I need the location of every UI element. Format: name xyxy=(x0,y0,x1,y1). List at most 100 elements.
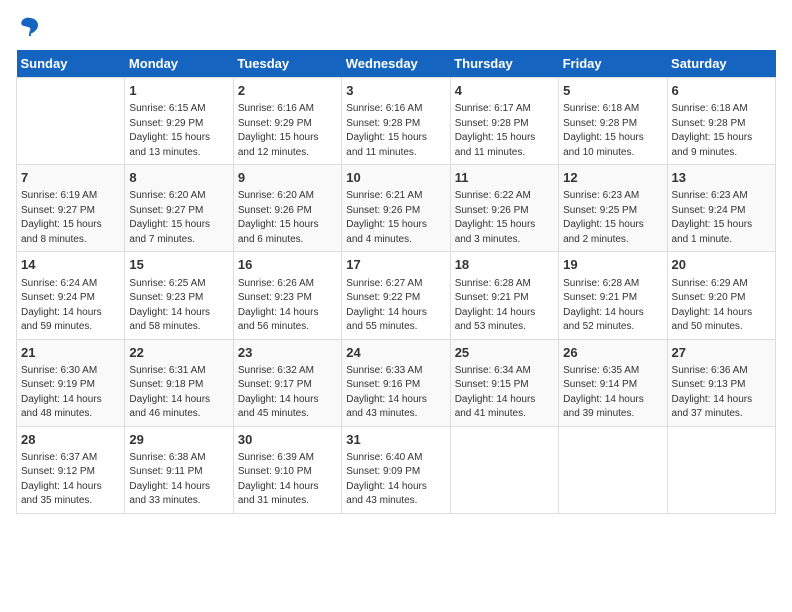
day-cell xyxy=(17,78,125,165)
day-cell: 14Sunrise: 6:24 AMSunset: 9:24 PMDayligh… xyxy=(17,252,125,339)
day-cell: 30Sunrise: 6:39 AMSunset: 9:10 PMDayligh… xyxy=(233,426,341,513)
day-number: 28 xyxy=(21,431,120,449)
logo xyxy=(16,16,40,40)
column-header-friday: Friday xyxy=(559,50,667,78)
day-info: Sunrise: 6:39 AMSunset: 9:10 PMDaylight:… xyxy=(238,451,337,509)
day-number: 5 xyxy=(563,82,662,100)
day-cell: 28 Sunrise: 6:37 AMSunset: 9:12 PMDayligh… xyxy=(17,426,125,513)
day-cell: 5 Sunrise: 6:18 AMSunset: 9:28 PMDaylight… xyxy=(559,78,667,165)
day-info: Sunrise: 6:35 AMSunset: 9:14 PMDaylight:… xyxy=(563,364,662,422)
day-info: Sunrise: 6:29 AMSunset: 9:20 PMDaylight:… xyxy=(672,277,771,335)
day-number: 21 xyxy=(21,344,120,362)
week-row-5: 28 Sunrise: 6:37 AMSunset: 9:12 PMDayligh… xyxy=(17,426,776,513)
day-number: 27 xyxy=(672,344,771,362)
header-row: SundayMondayTuesdayWednesdayThursdayFrid… xyxy=(17,50,776,78)
day-info: Sunrise: 6:31 AMSunset: 9:18 PMDaylight:… xyxy=(129,364,228,422)
day-info: Sunrise: 6:18 AMSunset: 9:28 PMDaylight:… xyxy=(563,102,662,160)
day-cell: 24 Sunrise: 6:33 AMSunset: 9:16 PMDayligh… xyxy=(342,339,450,426)
day-info: Sunrise: 6:19 AMSunset: 9:27 PMDaylight:… xyxy=(21,189,120,247)
day-cell: 7Sunrise: 6:19 AMSunset: 9:27 PMDaylight… xyxy=(17,165,125,252)
day-number: 29 xyxy=(129,431,228,449)
day-cell: 27 Sunrise: 6:36 AMSunset: 9:13 PMDayligh… xyxy=(667,339,775,426)
day-cell: 10 Sunrise: 6:21 AMSunset: 9:26 PMDayligh… xyxy=(342,165,450,252)
day-number: 18 xyxy=(455,256,554,274)
page-header xyxy=(16,16,776,40)
day-number: 24 xyxy=(346,344,445,362)
day-number: 9 xyxy=(238,169,337,187)
day-info: Sunrise: 6:23 AMSunset: 9:25 PMDaylight:… xyxy=(563,189,662,247)
day-cell: 8Sunrise: 6:20 AMSunset: 9:27 PMDaylight… xyxy=(125,165,233,252)
day-number: 11 xyxy=(455,169,554,187)
day-info: Sunrise: 6:20 AMSunset: 9:27 PMDaylight:… xyxy=(129,189,228,247)
day-info: Sunrise: 6:27 AMSunset: 9:22 PMDaylight:… xyxy=(346,277,445,335)
day-number: 6 xyxy=(672,82,771,100)
day-cell: 25Sunrise: 6:34 AMSunset: 9:15 PMDayligh… xyxy=(450,339,558,426)
column-header-tuesday: Tuesday xyxy=(233,50,341,78)
week-row-3: 14Sunrise: 6:24 AMSunset: 9:24 PMDayligh… xyxy=(17,252,776,339)
day-info: Sunrise: 6:15 AMSunset: 9:29 PMDaylight:… xyxy=(129,102,228,160)
day-cell: 19 Sunrise: 6:28 AMSunset: 9:21 PMDayligh… xyxy=(559,252,667,339)
day-cell: 11 Sunrise: 6:22 AMSunset: 9:26 PMDayligh… xyxy=(450,165,558,252)
day-cell: 16 Sunrise: 6:26 AMSunset: 9:23 PMDayligh… xyxy=(233,252,341,339)
day-cell: 13 Sunrise: 6:23 AMSunset: 9:24 PMDayligh… xyxy=(667,165,775,252)
day-info: Sunrise: 6:26 AMSunset: 9:23 PMDaylight:… xyxy=(238,277,337,335)
logo-bird-icon xyxy=(20,16,40,40)
day-number: 19 xyxy=(563,256,662,274)
day-number: 12 xyxy=(563,169,662,187)
day-cell: 18Sunrise: 6:28 AMSunset: 9:21 PMDayligh… xyxy=(450,252,558,339)
day-info: Sunrise: 6:30 AMSunset: 9:19 PMDaylight:… xyxy=(21,364,120,422)
day-cell: 31 Sunrise: 6:40 AMSunset: 9:09 PMDayligh… xyxy=(342,426,450,513)
day-info: Sunrise: 6:21 AMSunset: 9:26 PMDaylight:… xyxy=(346,189,445,247)
day-cell xyxy=(667,426,775,513)
day-cell: 4 Sunrise: 6:17 AMSunset: 9:28 PMDaylight… xyxy=(450,78,558,165)
day-cell: 2Sunrise: 6:16 AMSunset: 9:29 PMDaylight… xyxy=(233,78,341,165)
day-number: 10 xyxy=(346,169,445,187)
day-info: Sunrise: 6:32 AMSunset: 9:17 PMDaylight:… xyxy=(238,364,337,422)
day-number: 31 xyxy=(346,431,445,449)
day-cell xyxy=(559,426,667,513)
day-cell: 23Sunrise: 6:32 AMSunset: 9:17 PMDayligh… xyxy=(233,339,341,426)
day-info: Sunrise: 6:20 AMSunset: 9:26 PMDaylight:… xyxy=(238,189,337,247)
day-info: Sunrise: 6:17 AMSunset: 9:28 PMDaylight:… xyxy=(455,102,554,160)
day-info: Sunrise: 6:18 AMSunset: 9:28 PMDaylight:… xyxy=(672,102,771,160)
day-number: 14 xyxy=(21,256,120,274)
column-header-thursday: Thursday xyxy=(450,50,558,78)
day-number: 25 xyxy=(455,344,554,362)
day-number: 20 xyxy=(672,256,771,274)
day-info: Sunrise: 6:33 AMSunset: 9:16 PMDaylight:… xyxy=(346,364,445,422)
day-cell: 22 Sunrise: 6:31 AMSunset: 9:18 PMDayligh… xyxy=(125,339,233,426)
day-number: 13 xyxy=(672,169,771,187)
day-number: 16 xyxy=(238,256,337,274)
column-header-monday: Monday xyxy=(125,50,233,78)
column-header-saturday: Saturday xyxy=(667,50,775,78)
day-cell: 9 Sunrise: 6:20 AMSunset: 9:26 PMDaylight… xyxy=(233,165,341,252)
day-number: 26 xyxy=(563,344,662,362)
day-cell: 29Sunrise: 6:38 AMSunset: 9:11 PMDayligh… xyxy=(125,426,233,513)
column-header-sunday: Sunday xyxy=(17,50,125,78)
day-info: Sunrise: 6:28 AMSunset: 9:21 PMDaylight:… xyxy=(563,277,662,335)
day-info: Sunrise: 6:22 AMSunset: 9:26 PMDaylight:… xyxy=(455,189,554,247)
day-cell: 6 Sunrise: 6:18 AMSunset: 9:28 PMDaylight… xyxy=(667,78,775,165)
week-row-1: 1Sunrise: 6:15 AMSunset: 9:29 PMDaylight… xyxy=(17,78,776,165)
column-header-wednesday: Wednesday xyxy=(342,50,450,78)
calendar-table: SundayMondayTuesdayWednesdayThursdayFrid… xyxy=(16,50,776,514)
day-info: Sunrise: 6:37 AMSunset: 9:12 PMDaylight:… xyxy=(21,451,120,509)
day-cell: 21 Sunrise: 6:30 AMSunset: 9:19 PMDayligh… xyxy=(17,339,125,426)
week-row-2: 7Sunrise: 6:19 AMSunset: 9:27 PMDaylight… xyxy=(17,165,776,252)
day-number: 3 xyxy=(346,82,445,100)
day-info: Sunrise: 6:36 AMSunset: 9:13 PMDaylight:… xyxy=(672,364,771,422)
day-info: Sunrise: 6:40 AMSunset: 9:09 PMDaylight:… xyxy=(346,451,445,509)
day-cell: 26 Sunrise: 6:35 AMSunset: 9:14 PMDayligh… xyxy=(559,339,667,426)
day-number: 22 xyxy=(129,344,228,362)
week-row-4: 21 Sunrise: 6:30 AMSunset: 9:19 PMDayligh… xyxy=(17,339,776,426)
day-number: 15 xyxy=(129,256,228,274)
day-cell: 3Sunrise: 6:16 AMSunset: 9:28 PMDaylight… xyxy=(342,78,450,165)
day-number: 4 xyxy=(455,82,554,100)
day-cell: 15Sunrise: 6:25 AMSunset: 9:23 PMDayligh… xyxy=(125,252,233,339)
day-number: 17 xyxy=(346,256,445,274)
day-cell: 20 Sunrise: 6:29 AMSunset: 9:20 PMDayligh… xyxy=(667,252,775,339)
day-cell xyxy=(450,426,558,513)
day-info: Sunrise: 6:16 AMSunset: 9:29 PMDaylight:… xyxy=(238,102,337,160)
day-info: Sunrise: 6:23 AMSunset: 9:24 PMDaylight:… xyxy=(672,189,771,247)
day-cell: 12 Sunrise: 6:23 AMSunset: 9:25 PMDayligh… xyxy=(559,165,667,252)
